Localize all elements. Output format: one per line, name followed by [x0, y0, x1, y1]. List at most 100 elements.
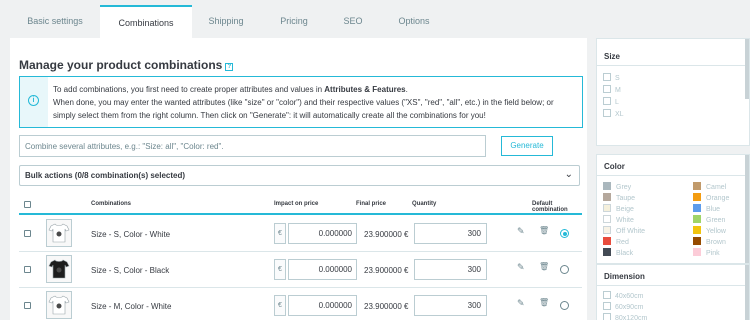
dimension-checkbox[interactable] [603, 291, 611, 299]
size-checkbox[interactable] [603, 85, 611, 93]
attributes-input[interactable] [20, 136, 485, 156]
impact-price-input[interactable]: 0.000000 [288, 223, 357, 244]
color-option-label: Beige [616, 206, 634, 213]
quantity-input[interactable]: 300 [414, 223, 487, 244]
impact-price-input[interactable]: 0.000000 [288, 295, 357, 316]
color-option[interactable]: Camel [693, 182, 726, 192]
color-swatch[interactable] [603, 204, 611, 212]
row-checkbox[interactable] [24, 302, 31, 309]
color-swatch[interactable] [693, 226, 701, 234]
color-option-label: Green [706, 217, 726, 224]
tab-bar: Basic settings Combinations Shipping Pri… [0, 0, 750, 39]
size-option[interactable]: S [603, 73, 620, 83]
color-title: Color [604, 162, 625, 171]
color-option[interactable]: Beige [603, 204, 634, 214]
color-swatch[interactable] [603, 193, 611, 201]
size-option[interactable]: L [603, 97, 619, 107]
table-row: Size - S, Color - White €0.000000 23.90000… [19, 216, 582, 252]
color-option[interactable]: Pink [693, 248, 720, 258]
tab-combinations[interactable]: Combinations [100, 5, 192, 39]
tab-options[interactable]: Options [390, 6, 438, 36]
row-checkbox[interactable] [24, 266, 31, 273]
dimension-option-label: 60x90cm [615, 304, 644, 311]
generate-button[interactable]: Generate [501, 136, 553, 156]
dimension-divider [597, 285, 749, 286]
tab-shipping[interactable]: Shipping [200, 6, 252, 36]
size-checkbox[interactable] [603, 73, 611, 81]
delete-icon[interactable]: 🗑 [539, 262, 549, 271]
color-option-label: Orange [706, 195, 730, 202]
color-option[interactable]: Red [603, 237, 629, 247]
tab-pricing[interactable]: Pricing [272, 6, 316, 36]
size-checkbox[interactable] [603, 97, 611, 105]
color-option-label: Taupe [616, 195, 636, 202]
combination-name: Size - S, Color - White [91, 230, 171, 239]
attributes-input-wrapper [19, 135, 486, 157]
color-option[interactable]: Off White [603, 226, 645, 236]
dimension-panel: Dimension 40x60cm 60x90cm 80x120cm [596, 264, 750, 320]
dimension-scrollbar[interactable] [745, 265, 749, 320]
color-option[interactable]: Blue [693, 204, 720, 214]
color-option[interactable]: Grey [603, 182, 631, 192]
color-swatch[interactable] [603, 237, 611, 245]
color-swatch[interactable] [693, 182, 701, 190]
color-option-label: White [616, 217, 634, 224]
color-swatch[interactable] [693, 237, 701, 245]
quantity-input[interactable]: 300 [414, 259, 487, 280]
color-swatch[interactable] [693, 248, 701, 256]
edit-icon[interactable]: ✎ [517, 262, 525, 273]
color-option[interactable]: Brown [693, 237, 726, 247]
bulk-actions-dropdown[interactable]: Bulk actions (0/8 combination(s) selecte… [19, 165, 580, 186]
color-option[interactable]: Taupe [603, 193, 635, 203]
select-all-checkbox[interactable] [24, 201, 31, 208]
default-combination-radio[interactable] [560, 265, 569, 274]
dimension-option[interactable]: 80x120cm [603, 313, 647, 320]
tab-basic-settings[interactable]: Basic settings [18, 6, 92, 36]
info-line-1: To add combinations, you first need to c… [53, 83, 581, 96]
color-option[interactable]: Black [603, 248, 633, 258]
color-swatch[interactable] [603, 182, 611, 190]
default-combination-radio[interactable] [560, 229, 569, 238]
size-option-label: XL [615, 111, 624, 118]
color-swatch[interactable] [603, 215, 611, 223]
color-option-label: Red [616, 239, 629, 246]
default-combination-radio[interactable] [560, 301, 569, 310]
color-option[interactable]: Yellow [693, 226, 726, 236]
size-checkbox[interactable] [603, 109, 611, 117]
dimension-option[interactable]: 60x90cm [603, 302, 643, 312]
edit-icon[interactable]: ✎ [517, 298, 525, 309]
quantity-input[interactable]: 300 [414, 295, 487, 316]
help-icon[interactable]: ? [225, 63, 234, 71]
currency-addon: € [274, 223, 286, 244]
size-scrollbar[interactable] [745, 39, 749, 99]
chevron-down-icon: ⌄ [564, 169, 573, 180]
color-swatch[interactable] [603, 226, 611, 234]
header-default-combination: Default combination [532, 201, 568, 213]
tab-seo[interactable]: SEO [336, 6, 370, 36]
color-swatch[interactable] [693, 204, 701, 212]
edit-icon[interactable]: ✎ [517, 226, 525, 237]
dimension-checkbox[interactable] [603, 313, 611, 320]
size-option[interactable]: M [603, 85, 621, 95]
row-checkbox[interactable] [24, 230, 31, 237]
color-option[interactable]: White [603, 215, 634, 225]
color-swatch[interactable] [693, 193, 701, 201]
impact-price-input[interactable]: 0.000000 [288, 259, 357, 280]
dimension-checkbox[interactable] [603, 302, 611, 310]
size-option[interactable]: XL [603, 109, 624, 119]
color-scrollbar[interactable] [745, 155, 749, 263]
size-divider [597, 65, 749, 66]
size-panel: Size S M L XL [596, 38, 750, 146]
color-swatch[interactable] [693, 215, 701, 223]
attributes-features-link[interactable]: Attributes & Features [324, 85, 405, 94]
color-option[interactable]: Orange [693, 193, 729, 203]
delete-icon[interactable]: 🗑 [539, 226, 549, 235]
combinations-panel: Manage your product combinations? i To a… [10, 38, 587, 320]
dimension-option[interactable]: 40x60cm [603, 291, 643, 301]
color-option-label: Brown [706, 239, 726, 246]
delete-icon[interactable]: 🗑 [539, 298, 549, 307]
size-option-label: L [615, 99, 619, 106]
color-swatch[interactable] [603, 248, 611, 256]
color-option[interactable]: Green [693, 215, 725, 225]
header-final-price: Final price [356, 201, 387, 207]
